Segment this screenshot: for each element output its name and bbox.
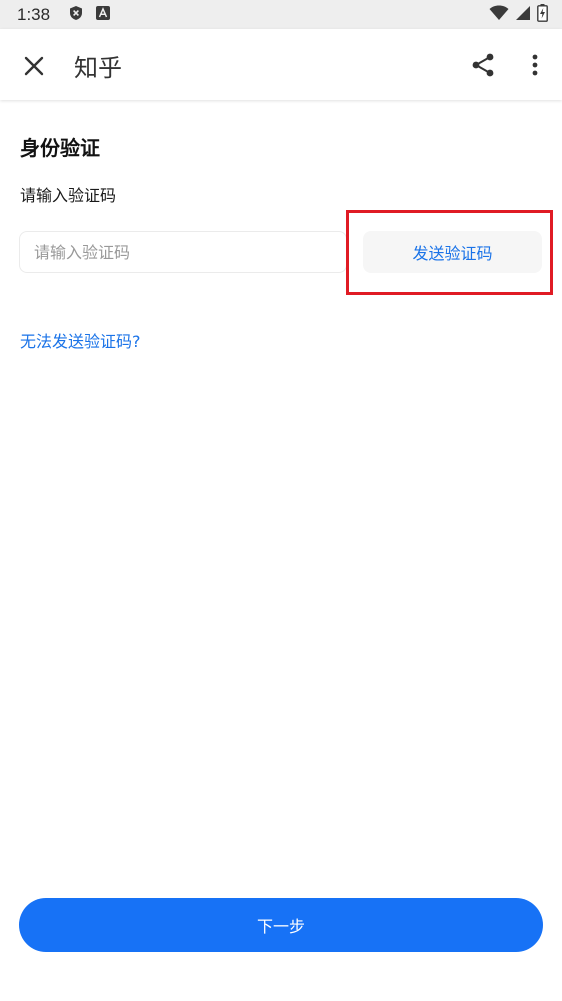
status-bar: 1:38 <box>0 0 562 29</box>
more-vert-icon <box>532 54 538 76</box>
more-button[interactable] <box>522 50 548 80</box>
font-a-icon <box>96 5 111 24</box>
page-title: 身份验证 <box>20 136 100 160</box>
status-time: 1:38 <box>17 4 51 24</box>
app-title: 知乎 <box>74 54 122 82</box>
battery-charging-icon <box>537 3 548 26</box>
app-bar: 知乎 <box>0 29 562 100</box>
close-button[interactable] <box>18 50 50 82</box>
send-code-button[interactable]: 发送验证码 <box>363 231 542 273</box>
status-right-icons <box>489 3 548 26</box>
share-icon <box>472 53 494 77</box>
cannot-send-code-link[interactable]: 无法发送验证码? <box>20 328 141 352</box>
next-step-button[interactable]: 下一步 <box>19 898 543 952</box>
verification-code-input[interactable] <box>19 231 347 273</box>
share-button[interactable] <box>468 50 498 80</box>
status-left-icons <box>68 5 111 25</box>
page-subtitle: 请输入验证码 <box>20 186 117 205</box>
verify-screen: 1:38 知乎 身份验证 请输入验证码 请输入验证码 发送验证码 无法发送验证码… <box>0 0 562 1001</box>
close-icon <box>24 56 44 76</box>
wifi-icon <box>489 5 509 25</box>
shield-x-icon <box>68 5 84 25</box>
signal-icon <box>515 5 531 25</box>
